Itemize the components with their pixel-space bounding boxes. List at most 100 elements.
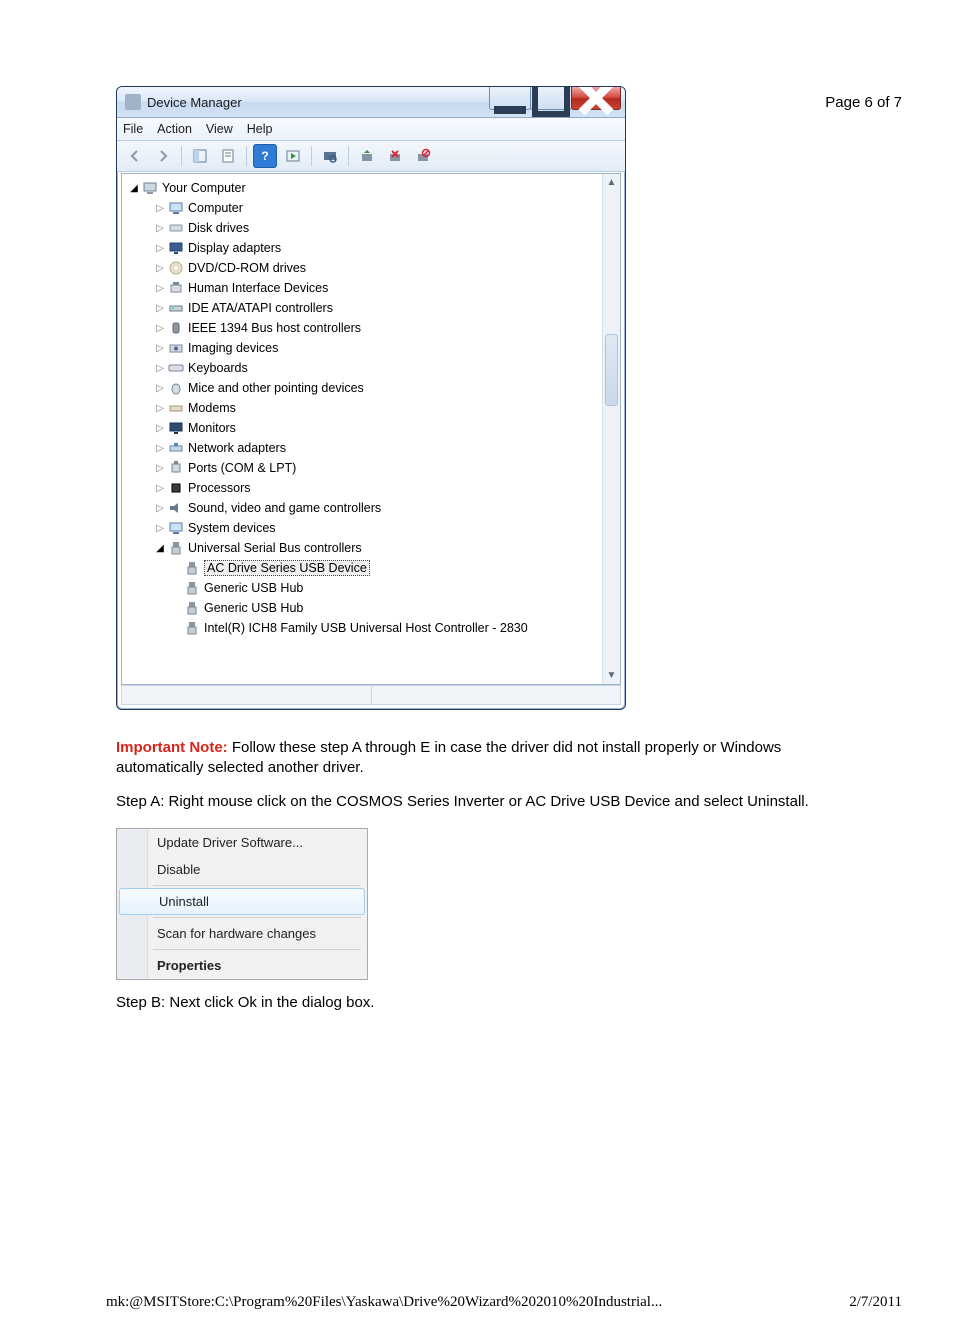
expand-icon[interactable]: ▷	[154, 283, 166, 294]
expand-icon[interactable]: ◢	[154, 543, 166, 554]
important-note: Important Note: Follow these step A thro…	[116, 738, 838, 779]
imaging-icon	[168, 340, 184, 356]
expand-icon[interactable]: ▷	[154, 343, 166, 354]
usb-device-icon	[184, 580, 200, 596]
tree-category[interactable]: ▷Disk drives	[126, 218, 618, 238]
dvd-icon	[168, 260, 184, 276]
category-label: Network adapters	[188, 441, 286, 455]
ctx-uninstall[interactable]: Uninstall	[119, 888, 365, 915]
tree-category[interactable]: ▷ Network adapters	[126, 438, 618, 458]
context-menu: Update Driver Software... Disable Uninst…	[116, 828, 368, 980]
tree-category-usb[interactable]: ◢ Universal Serial Bus controllers	[126, 538, 618, 558]
update-driver-button[interactable]	[355, 144, 379, 168]
tree-device[interactable]: Intel(R) ICH8 Family USB Universal Host …	[126, 618, 618, 638]
maximize-button[interactable]	[530, 87, 572, 110]
category-label: Modems	[188, 401, 236, 415]
firewire-icon	[168, 320, 184, 336]
vertical-scrollbar[interactable]: ▲ ▼	[602, 174, 620, 684]
tree-category[interactable]: ▷ System devices	[126, 518, 618, 538]
ctx-disable[interactable]: Disable	[117, 856, 367, 883]
expand-icon[interactable]: ▷	[154, 303, 166, 314]
device-tree[interactable]: ◢ Your Computer ▷ Computer ▷Disk drives ▷…	[121, 173, 621, 685]
expand-icon[interactable]: ▷	[154, 483, 166, 494]
context-menu-separator	[153, 949, 361, 950]
device-label: AC Drive Series USB Device	[204, 560, 370, 576]
context-menu-separator	[153, 917, 361, 918]
tree-category[interactable]: ▷Ports (COM & LPT)	[126, 458, 618, 478]
show-hide-tree-button[interactable]	[188, 144, 212, 168]
expand-icon[interactable]: ▷	[154, 523, 166, 534]
toolbar-sep	[246, 146, 247, 166]
expand-icon[interactable]: ▷	[154, 383, 166, 394]
scan-button[interactable]	[318, 144, 342, 168]
scroll-thumb[interactable]	[605, 334, 618, 406]
window-titlebar[interactable]: Device Manager	[117, 87, 625, 118]
sound-icon	[168, 500, 184, 516]
tree-category[interactable]: ▷Mice and other pointing devices	[126, 378, 618, 398]
category-label: IEEE 1394 Bus host controllers	[188, 321, 361, 335]
category-label: Processors	[188, 481, 251, 495]
uninstall-button[interactable]	[383, 144, 407, 168]
help-button[interactable]: ?	[253, 144, 277, 168]
expand-icon[interactable]: ▷	[154, 403, 166, 414]
expand-icon[interactable]: ▷	[154, 503, 166, 514]
category-label: System devices	[188, 521, 276, 535]
ctx-properties[interactable]: Properties	[117, 952, 367, 979]
minimize-button[interactable]	[489, 87, 531, 110]
tree-category[interactable]: ▷Monitors	[126, 418, 618, 438]
ctx-scan-hardware[interactable]: Scan for hardware changes	[117, 920, 367, 947]
tree-device[interactable]: Generic USB Hub	[126, 578, 618, 598]
tree-category[interactable]: ▷Sound, video and game controllers	[126, 498, 618, 518]
tree-category[interactable]: ▷IDE ATA/ATAPI controllers	[126, 298, 618, 318]
expand-icon[interactable]: ▷	[154, 223, 166, 234]
disable-button[interactable]	[411, 144, 435, 168]
tree-category[interactable]: ▷DVD/CD-ROM drives	[126, 258, 618, 278]
tree-category[interactable]: ▷Imaging devices	[126, 338, 618, 358]
forward-button[interactable]	[151, 144, 175, 168]
menu-help[interactable]: Help	[247, 122, 273, 136]
properties-button[interactable]	[216, 144, 240, 168]
toolbar-sep	[348, 146, 349, 166]
menu-file[interactable]: File	[123, 122, 143, 136]
expand-icon[interactable]: ◢	[128, 183, 140, 194]
tree-category[interactable]: ▷ Modems	[126, 398, 618, 418]
expand-icon[interactable]: ▷	[154, 423, 166, 434]
modem-icon	[168, 400, 184, 416]
expand-icon[interactable]: ▷	[154, 363, 166, 374]
tree-device[interactable]: Generic USB Hub	[126, 598, 618, 618]
expand-icon[interactable]: ▷	[154, 203, 166, 214]
expand-icon[interactable]: ▷	[154, 443, 166, 454]
important-note-label: Important Note:	[116, 739, 228, 756]
usb-device-icon	[184, 620, 200, 636]
expand-icon[interactable]: ▷	[154, 463, 166, 474]
expand-icon[interactable]: ▷	[154, 263, 166, 274]
category-label: Universal Serial Bus controllers	[188, 541, 362, 555]
tree-category[interactable]: ▷ Processors	[126, 478, 618, 498]
scroll-down-icon[interactable]: ▼	[603, 667, 620, 684]
tree-category[interactable]: ▷ Display adapters	[126, 238, 618, 258]
expand-icon[interactable]: ▷	[154, 243, 166, 254]
menu-view[interactable]: View	[206, 122, 233, 136]
scroll-up-icon[interactable]: ▲	[603, 174, 620, 191]
step-b-text: Step B: Next click Ok in the dialog box.	[116, 994, 838, 1011]
category-label: Computer	[188, 201, 243, 215]
disk-icon	[168, 220, 184, 236]
device-label: Intel(R) ICH8 Family USB Universal Host …	[204, 621, 528, 635]
tree-category[interactable]: ▷Human Interface Devices	[126, 278, 618, 298]
usb-icon	[168, 540, 184, 556]
category-label: Display adapters	[188, 241, 281, 255]
tree-device-selected[interactable]: AC Drive Series USB Device	[126, 558, 618, 578]
usb-device-icon	[184, 600, 200, 616]
ctx-update-driver[interactable]: Update Driver Software...	[117, 829, 367, 856]
tree-category[interactable]: ▷ Computer	[126, 198, 618, 218]
tree-category[interactable]: ▷ IEEE 1394 Bus host controllers	[126, 318, 618, 338]
tree-category[interactable]: ▷Keyboards	[126, 358, 618, 378]
computer-root-icon	[142, 180, 158, 196]
tree-root[interactable]: ◢ Your Computer	[126, 178, 618, 198]
menu-action[interactable]: Action	[157, 122, 192, 136]
back-button[interactable]	[123, 144, 147, 168]
expand-icon[interactable]: ▷	[154, 323, 166, 334]
action-button[interactable]	[281, 144, 305, 168]
toolbar: ?	[117, 141, 625, 172]
close-button[interactable]	[571, 87, 621, 110]
